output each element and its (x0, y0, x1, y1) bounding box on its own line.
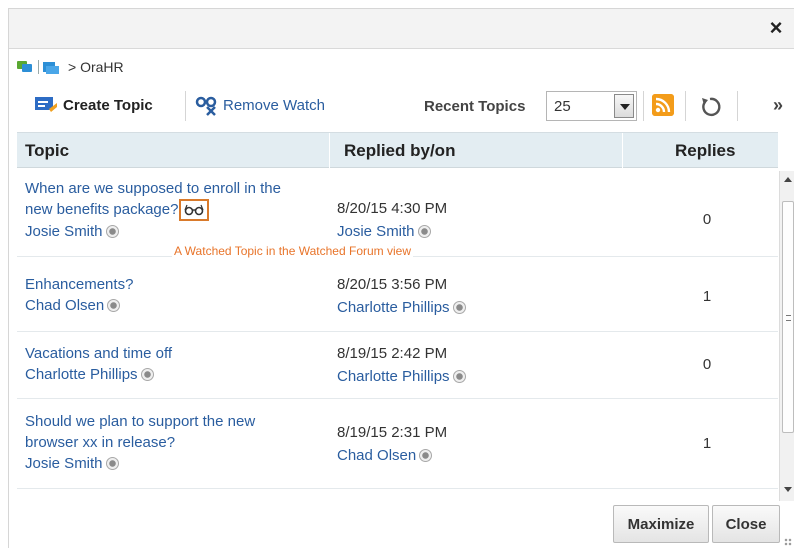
forum-folder-icon[interactable] (43, 60, 59, 74)
presence-icon (417, 225, 431, 238)
replied-cell: 8/19/15 2:31 PM Chad Olsen (337, 421, 627, 467)
replied-by-name: Charlotte Phillips (337, 368, 450, 385)
topic-link[interactable]: When are we supposed to enroll in the (25, 180, 281, 197)
table-row[interactable]: When are we supposed to enroll in the ne… (17, 169, 778, 258)
presence-icon (105, 225, 119, 239)
topic-cell: Vacations and time off Charlotte Phillip… (25, 343, 330, 385)
column-header-replied[interactable]: Replied by/on (344, 133, 455, 168)
replies-count: 0 (702, 356, 712, 373)
breadcrumb-current: > OraHR (68, 59, 124, 75)
create-topic-label: Create Topic (63, 96, 153, 114)
watched-topic-callout: A Watched Topic in the Watched Forum vie… (172, 244, 413, 258)
topic-cell: When are we supposed to enroll in the ne… (25, 178, 330, 242)
author-link[interactable]: Chad Olsen (25, 295, 121, 316)
replied-by-link[interactable]: Chad Olsen (337, 444, 433, 467)
author-name: Chad Olsen (25, 297, 105, 314)
author-name: Josie Smith (25, 223, 103, 241)
toolbar-divider (185, 91, 186, 121)
scrollbar-thumb[interactable] (782, 201, 794, 433)
recent-topics-select[interactable]: 25 (546, 91, 637, 121)
more-chevron-icon[interactable]: » (773, 95, 783, 116)
create-topic-button[interactable]: Create Topic (35, 93, 153, 117)
topic-link[interactable]: new benefits package? (25, 201, 178, 218)
replied-by-name: Chad Olsen (337, 447, 417, 464)
table-row[interactable]: Enhancements? Chad Olsen 8/20/15 3:56 PM… (17, 265, 778, 332)
reply-date: 8/20/15 4:30 PM (337, 200, 448, 217)
toolbar-divider (737, 91, 738, 121)
reply-date: 8/19/15 2:31 PM (337, 424, 448, 441)
author-link[interactable]: Josie Smith (25, 221, 119, 242)
close-button[interactable]: Close (712, 505, 780, 543)
replied-by-link[interactable]: Charlotte Phillips (337, 365, 466, 388)
discussions-icon[interactable] (17, 60, 33, 74)
column-header-topic[interactable]: Topic (25, 133, 69, 168)
refresh-icon[interactable] (698, 94, 722, 118)
table-row-partial[interactable] (17, 490, 778, 499)
reply-date: 8/19/15 2:42 PM (337, 345, 448, 362)
recent-topics-label: Recent Topics (424, 98, 526, 115)
replies-count: 1 (702, 435, 712, 452)
remove-watch-button[interactable]: Remove Watch (195, 93, 325, 117)
replied-by-name: Charlotte Phillips (337, 299, 450, 316)
breadcrumb-separator (38, 60, 39, 74)
replied-by-link[interactable]: Charlotte Phillips (337, 296, 466, 319)
topic-link[interactable]: Enhancements? (25, 276, 133, 293)
table-row[interactable]: Vacations and time off Charlotte Phillip… (17, 332, 778, 399)
column-header-replies[interactable]: Replies (675, 133, 735, 168)
toolbar-divider (685, 91, 686, 121)
vertical-scrollbar[interactable] (779, 171, 794, 501)
remove-watch-label: Remove Watch (223, 96, 325, 114)
presence-icon (452, 370, 466, 383)
maximize-button[interactable]: Maximize (613, 505, 709, 543)
author-link[interactable]: Josie Smith (25, 453, 119, 474)
grip-icon (786, 315, 791, 321)
rss-feed-icon[interactable] (652, 94, 674, 116)
replied-by-name: Josie Smith (337, 223, 415, 240)
author-name: Josie Smith (25, 455, 103, 472)
column-divider (329, 133, 330, 168)
breadcrumb: > OraHR (17, 57, 124, 77)
chevron-down-icon[interactable] (614, 94, 634, 118)
replies-count: 1 (702, 288, 712, 305)
toolbar-divider (643, 91, 644, 121)
presence-icon (452, 301, 466, 314)
author-link[interactable]: Charlotte Phillips (25, 364, 154, 385)
presence-icon (105, 457, 119, 470)
topic-link[interactable]: Should we plan to support the new (25, 413, 255, 430)
close-icon[interactable]: × (765, 15, 787, 41)
replied-cell: 8/19/15 2:42 PM Charlotte Phillips (337, 342, 627, 388)
create-topic-icon (35, 97, 57, 112)
reply-date: 8/20/15 3:56 PM (337, 276, 448, 293)
replies-count: 0 (702, 211, 712, 228)
replied-by-link[interactable]: Josie Smith (337, 220, 431, 243)
table-row[interactable]: Should we plan to support the new browse… (17, 399, 778, 489)
dialog-titlebar: × (9, 9, 794, 49)
table-header: Topic Replied by/on Replies (17, 132, 778, 168)
resize-grip-icon[interactable] (784, 538, 792, 546)
presence-icon (107, 299, 121, 312)
watched-glasses-icon (179, 199, 210, 222)
topic-cell: Enhancements? Chad Olsen (25, 274, 330, 316)
forum-dialog: × > OraHR Create Topic Remove Watch Rece… (8, 8, 794, 548)
topic-table-body: When are we supposed to enroll in the ne… (17, 169, 778, 499)
recent-topics-value: 25 (554, 98, 571, 115)
scroll-up-arrow-icon[interactable] (780, 171, 794, 189)
column-divider (622, 133, 623, 168)
presence-icon (419, 449, 433, 462)
topic-link[interactable]: Vacations and time off (25, 345, 172, 362)
author-name: Charlotte Phillips (25, 366, 138, 383)
replied-cell: 8/20/15 4:30 PM Josie Smith (337, 197, 627, 243)
topic-link[interactable]: browser xx in release? (25, 434, 175, 451)
scroll-down-arrow-icon[interactable] (780, 481, 794, 499)
toolbar: Create Topic Remove Watch Recent Topics … (9, 89, 794, 123)
replied-cell: 8/20/15 3:56 PM Charlotte Phillips (337, 273, 627, 319)
presence-icon (140, 368, 154, 381)
topic-cell: Should we plan to support the new browse… (25, 411, 330, 474)
remove-watch-icon (195, 96, 217, 116)
